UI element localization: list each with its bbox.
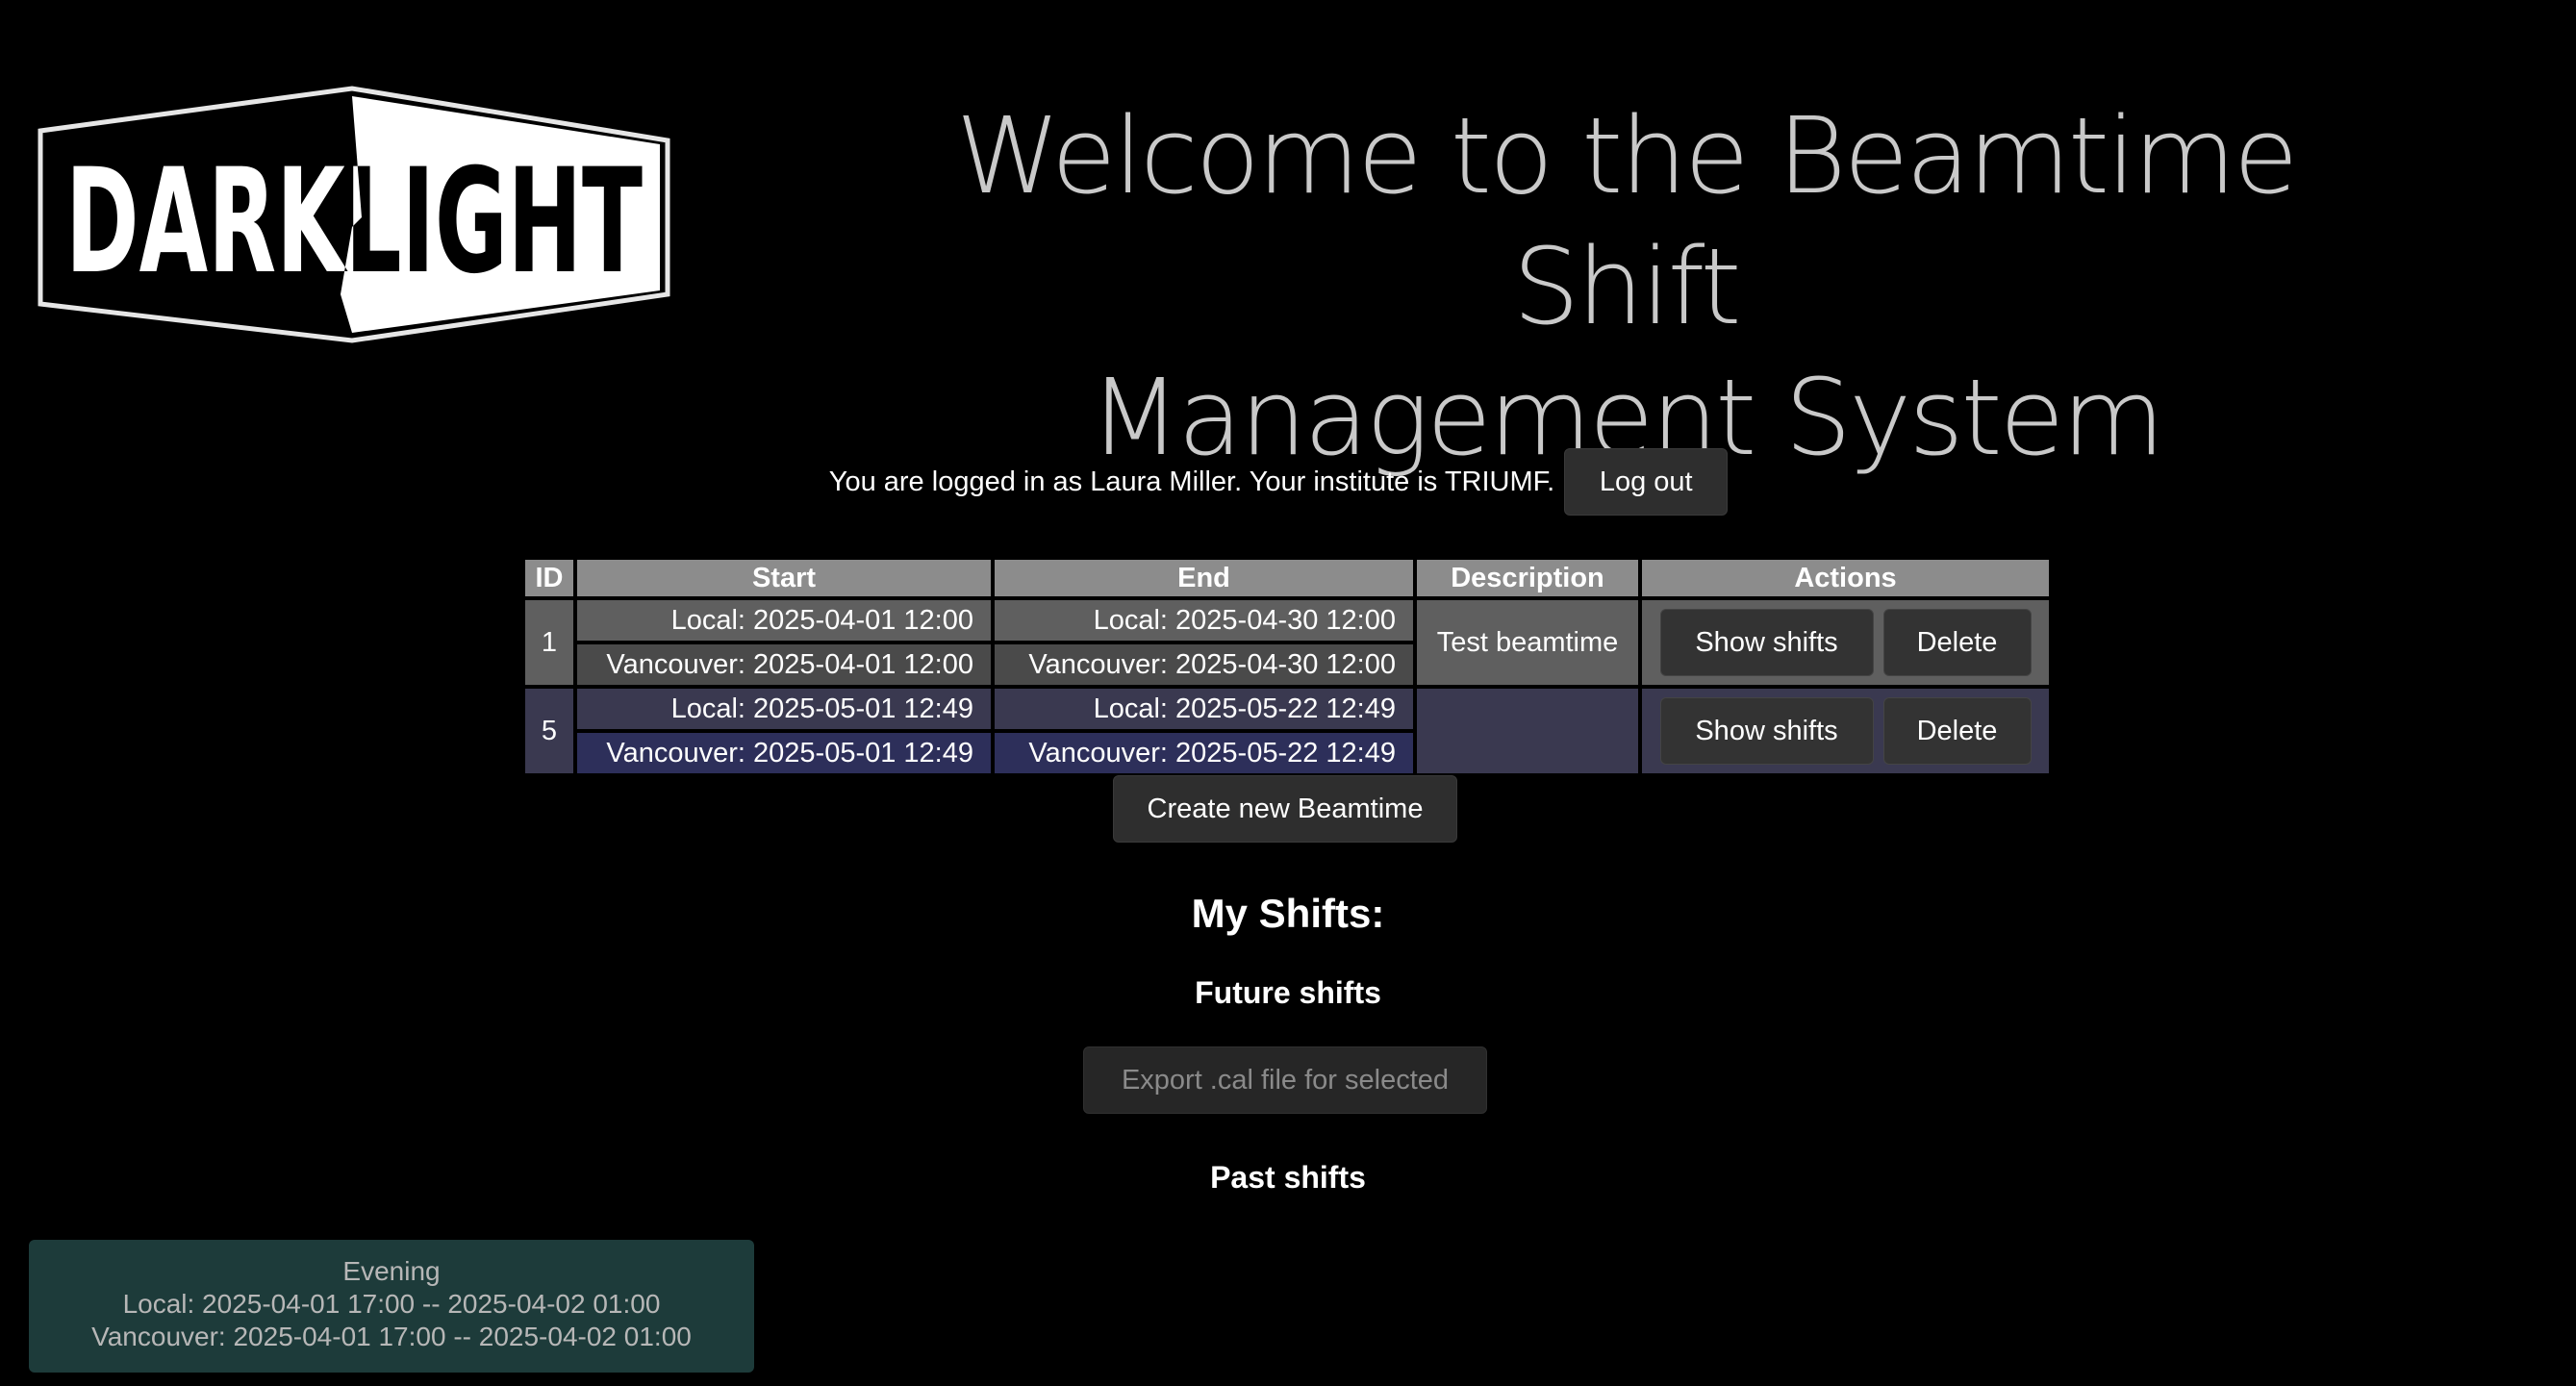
end-local: Local: 2025-04-30 12:00 <box>995 600 1413 641</box>
header-id: ID <box>525 560 573 596</box>
header-description: Description <box>1417 560 1638 596</box>
show-shifts-button[interactable]: Show shifts <box>1659 697 1874 765</box>
table-header-row: ID Start End Description Actions <box>525 560 2049 596</box>
shift-card[interactable]: Evening Local: 2025-04-01 17:00 -- 2025-… <box>29 1240 754 1373</box>
shift-name: Evening <box>342 1256 441 1286</box>
shift-local-time: Local: 2025-04-01 17:00 -- 2025-04-02 01… <box>122 1289 661 1319</box>
row-actions: Show shifts Delete <box>1642 600 2049 685</box>
darklight-logo: DARKLIGHT <box>38 86 670 343</box>
logo-text: DARKLIGHT <box>65 139 643 306</box>
start-local: Local: 2025-04-01 12:00 <box>577 600 991 641</box>
export-cal-button[interactable]: Export .cal file for selected <box>1083 1046 1487 1114</box>
row-id: 5 <box>525 689 573 773</box>
start-local: Local: 2025-05-01 12:49 <box>577 689 991 729</box>
delete-button[interactable]: Delete <box>1882 609 2032 676</box>
header-end: End <box>995 560 1413 596</box>
start-vancouver: Vancouver: 2025-04-01 12:00 <box>577 644 991 685</box>
start-vancouver: Vancouver: 2025-05-01 12:49 <box>577 733 991 773</box>
delete-button[interactable]: Delete <box>1882 697 2032 765</box>
shift-vancouver-time: Vancouver: 2025-04-01 17:00 -- 2025-04-0… <box>91 1322 692 1351</box>
login-status-row: You are logged in as Laura Miller. Your … <box>0 448 2576 516</box>
table-row: 1 Local: 2025-04-01 12:00 Local: 2025-04… <box>525 600 2049 685</box>
row-description <box>1417 689 1638 773</box>
logout-button[interactable]: Log out <box>1564 448 1729 516</box>
page-title: Welcome to the Beamtime Shift Management… <box>904 90 2347 483</box>
end-local: Local: 2025-05-22 12:49 <box>995 689 1413 729</box>
row-id: 1 <box>525 600 573 685</box>
table-row: 5 Local: 2025-05-01 12:49 Local: 2025-05… <box>525 689 2049 773</box>
row-actions: Show shifts Delete <box>1642 689 2049 773</box>
beamtime-table: ID Start End Description Actions 1 Local… <box>521 556 2053 777</box>
row-description: Test beamtime <box>1417 600 1638 685</box>
past-shifts-heading: Past shifts <box>1210 1160 1366 1195</box>
create-beamtime-button[interactable]: Create new Beamtime <box>1113 775 1457 843</box>
header-start: Start <box>577 560 991 596</box>
show-shifts-button[interactable]: Show shifts <box>1659 609 1874 676</box>
title-line-1: Welcome to the Beamtime Shift <box>955 94 2299 348</box>
header-actions: Actions <box>1642 560 2049 596</box>
future-shifts-heading: Future shifts <box>1195 975 1381 1010</box>
end-vancouver: Vancouver: 2025-05-22 12:49 <box>995 733 1413 773</box>
my-shifts-heading: My Shifts: <box>1191 891 1385 936</box>
login-status-text: You are logged in as Laura Miller. Your … <box>828 466 1555 497</box>
page: DARKLIGHT Welcome to the Beamtime Shift … <box>0 0 2576 1386</box>
end-vancouver: Vancouver: 2025-04-30 12:00 <box>995 644 1413 685</box>
